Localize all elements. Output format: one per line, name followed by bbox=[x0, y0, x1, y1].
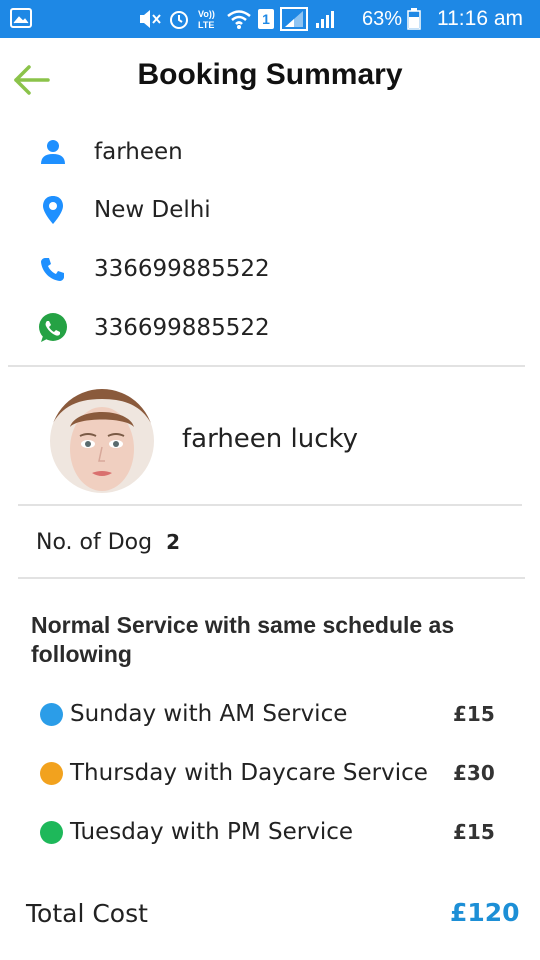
svg-text:Vo)): Vo)) bbox=[198, 9, 215, 19]
provider-name: farheen lucky bbox=[182, 424, 359, 454]
sim-slot-badge: 1 bbox=[258, 9, 274, 29]
page-title: Booking Summary bbox=[137, 58, 403, 91]
location-pin-icon bbox=[36, 193, 70, 227]
customer-name-row: farheen bbox=[36, 132, 183, 172]
gallery-notification-icon bbox=[10, 8, 32, 28]
service-item: Thursday with Daycare Service £30 bbox=[40, 756, 510, 790]
service-item: Tuesday with PM Service £15 bbox=[40, 815, 510, 849]
divider bbox=[18, 577, 525, 579]
divider bbox=[18, 504, 522, 506]
app-header: Booking Summary bbox=[0, 38, 540, 120]
battery-indicator: 63% bbox=[362, 6, 421, 32]
dog-count-label: No. of Dog bbox=[36, 530, 153, 555]
service-label: Sunday with AM Service bbox=[70, 701, 348, 727]
service-label: Thursday with Daycare Service bbox=[70, 760, 428, 786]
total-cost-label: Total Cost bbox=[26, 899, 148, 928]
customer-whatsapp[interactable]: 336699885522 bbox=[94, 315, 270, 341]
customer-location-row: New Delhi bbox=[36, 190, 211, 230]
whatsapp-icon bbox=[36, 311, 70, 345]
divider bbox=[8, 365, 525, 367]
battery-percent: 63% bbox=[362, 8, 403, 30]
service-price: £30 bbox=[453, 761, 495, 785]
person-icon bbox=[36, 135, 70, 169]
mute-icon bbox=[140, 10, 161, 28]
provider-avatar bbox=[50, 389, 154, 493]
service-label: Tuesday with PM Service bbox=[70, 819, 354, 845]
service-dot bbox=[40, 821, 63, 844]
volte-icon: Vo)) LTE bbox=[198, 9, 215, 30]
dog-count-row: No. of Dog 2 bbox=[36, 530, 180, 555]
service-dot bbox=[40, 703, 63, 726]
customer-whatsapp-row: 336699885522 bbox=[36, 308, 270, 348]
signal-sim1-icon bbox=[280, 7, 308, 31]
status-icons: Vo)) LTE 1 bbox=[132, 6, 336, 32]
alarm-icon bbox=[170, 11, 188, 29]
dog-count-value: 2 bbox=[166, 530, 181, 554]
battery-icon bbox=[407, 8, 421, 30]
customer-phone-row: 336699885522 bbox=[36, 249, 270, 289]
phone-icon bbox=[36, 252, 70, 286]
svg-text:LTE: LTE bbox=[198, 20, 214, 30]
service-item: Sunday with AM Service £15 bbox=[40, 697, 510, 731]
clock-time: 11:16 am bbox=[437, 7, 523, 30]
customer-name: farheen bbox=[94, 139, 183, 165]
customer-location: New Delhi bbox=[94, 197, 211, 223]
signal-sim2-icon bbox=[316, 11, 334, 28]
customer-phone[interactable]: 336699885522 bbox=[94, 256, 270, 282]
total-cost-value: £120 bbox=[450, 898, 520, 927]
service-dot bbox=[40, 762, 63, 785]
service-price: £15 bbox=[453, 820, 495, 844]
service-price: £15 bbox=[453, 702, 495, 726]
status-bar: Vo)) LTE 1 63% 11:16 am bbox=[0, 0, 540, 38]
schedule-heading: Normal Service with same schedule as fol… bbox=[31, 612, 455, 667]
wifi-icon bbox=[227, 10, 251, 29]
